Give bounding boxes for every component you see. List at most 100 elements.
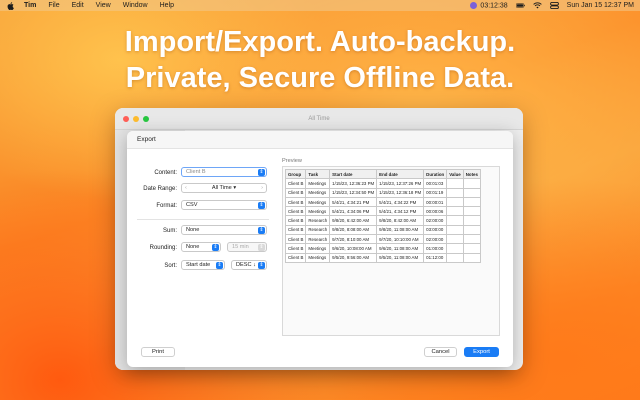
previous-range-icon[interactable]: ‹	[185, 184, 187, 192]
preview-cell: Client B	[284, 224, 307, 236]
preview-column-header: Start date	[329, 168, 378, 180]
preview-row: Client B Meetings 1/15/23, 12:36:23 PM 1/15…	[284, 178, 481, 189]
preview-row: Client B Meetings 9/6/20, 10:08:00 AM 9/6/2…	[284, 243, 481, 254]
preview-cell: Client B	[284, 196, 307, 208]
control-center-icon[interactable]	[549, 2, 559, 9]
rounding-minutes-stepper[interactable]: 15 min ⇕	[227, 242, 267, 252]
preview-cell: 00:00:01	[423, 196, 448, 208]
chevron-updown-icon: ⇕	[258, 262, 265, 269]
sum-label: Sum:	[162, 228, 177, 234]
apple-icon[interactable]	[6, 1, 14, 10]
preview-cell: Client B	[284, 215, 307, 226]
chevron-updown-icon: ⇕	[212, 244, 219, 251]
sort-label: Sort:	[164, 263, 177, 269]
preview-cell: 1/15/23, 12:37:26 PM	[376, 178, 425, 189]
sort-order-value: DESC	[236, 262, 252, 268]
preview-cell: 9/8/20, 8:42:00 AM	[376, 215, 425, 226]
menubar-clock[interactable]: Sun Jan 15 12:37 PM	[567, 2, 634, 9]
format-select[interactable]: CSV ⇕	[181, 200, 267, 210]
menu-file[interactable]: File	[48, 2, 59, 9]
close-window-icon[interactable]	[123, 115, 129, 122]
preview-cell: Meetings	[305, 187, 331, 198]
next-range-icon[interactable]: ›	[261, 184, 263, 192]
preview-cell: 5/4/21, 4:34:12 PM	[376, 206, 425, 217]
preview-row: Client B Research 9/7/20, 8:10:00 AM 9/7/20…	[284, 234, 481, 245]
menu-bar: Tim File Edit View Window Help 03:12:38 …	[0, 0, 640, 11]
arrow-down-icon: ↓	[251, 262, 256, 268]
preview-row: Client B Meetings 9/5/20, 9:56:00 AM 9/5/20…	[284, 252, 481, 263]
preview-cell: 9/8/20, 11:08:00 AM	[376, 224, 425, 236]
app-toolbar: All Time	[115, 108, 523, 130]
cancel-button[interactable]: Cancel	[424, 347, 457, 357]
date-range-select[interactable]: ‹ All Time ▾ ›	[181, 183, 267, 193]
preview-cell: 1/15/23, 12:34:50 PM	[329, 187, 378, 198]
sum-value: None	[186, 227, 200, 233]
preview-row: Client B Research 9/8/20, 6:42:00 AM 9/8/20…	[284, 215, 481, 226]
export-button[interactable]: Export	[464, 347, 499, 357]
content-field[interactable]: Client B ⇕	[181, 167, 267, 177]
preview-cell	[462, 224, 481, 236]
preview-header-row: Group Task Start date End date Duration Value…	[284, 168, 481, 180]
minimize-window-icon[interactable]	[133, 115, 139, 122]
preview-cell	[462, 215, 481, 226]
headline-line-2: Private, Secure Offline Data.	[125, 62, 515, 94]
preview-cell: Meetings	[305, 206, 331, 217]
menu-view[interactable]: View	[96, 2, 111, 9]
marketing-headline: Import/Export. Auto-backup. Private, Sec…	[0, 24, 640, 96]
preview-cell	[462, 187, 481, 198]
rounding-select[interactable]: None ⇕	[181, 242, 221, 252]
wifi-icon[interactable]	[532, 2, 542, 9]
preview-cell: Client B	[284, 243, 307, 254]
battery-icon[interactable]	[515, 2, 525, 9]
preview-cell: 9/8/20, 6:42:00 AM	[329, 215, 378, 226]
chevron-down-icon: ▾	[231, 185, 237, 191]
timer-dot-icon	[470, 1, 478, 9]
preview-cell: 9/7/20, 10:10:00 AM	[376, 234, 425, 245]
preview-cell	[462, 252, 481, 263]
preview-cell	[462, 234, 481, 245]
preview-cell: 01:00:00	[423, 243, 448, 254]
rounding-value: None	[186, 244, 200, 250]
menu-edit[interactable]: Edit	[72, 2, 84, 9]
preview-cell: Research	[305, 234, 331, 245]
timer-status[interactable]: 03:12:38	[470, 1, 508, 9]
chevron-updown-icon: ⇕	[258, 169, 265, 176]
preview-cell	[446, 252, 464, 263]
sum-select[interactable]: None ⇕	[181, 225, 267, 235]
format-label: Format:	[156, 203, 177, 209]
date-range-label: Date Range:	[143, 186, 177, 192]
menu-help[interactable]: Help	[160, 2, 174, 9]
preview-cell: 1/15/23, 12:36:23 PM	[329, 178, 378, 189]
preview-cell: Meetings	[305, 196, 331, 208]
menu-window[interactable]: Window	[123, 2, 148, 9]
preview-cell	[446, 178, 464, 189]
preview-cell: Research	[305, 215, 331, 226]
stepper-icon: ⇕	[258, 244, 265, 251]
preview-cell: 00:01:03	[423, 178, 448, 189]
preview-cell: 00:01:19	[423, 187, 448, 198]
preview-cell: 5/4/21, 4:34:21 PM	[329, 196, 378, 208]
menu-app-name[interactable]: Tim	[24, 2, 36, 9]
preview-body: Client B Meetings 1/15/23, 12:36:23 PM 1/15…	[284, 178, 481, 263]
rounding-minutes-value: 15 min	[232, 244, 249, 250]
preview-column-header: Group	[284, 168, 307, 180]
sort-order-select[interactable]: DESC ↓ ⇕	[231, 260, 267, 270]
preview-column-header: Duration	[423, 168, 448, 180]
preview-cell: 01:12:00	[423, 252, 448, 263]
print-button[interactable]: Print	[141, 347, 175, 357]
sort-field-select[interactable]: Start date ⇕	[181, 260, 225, 270]
preview-cell	[462, 178, 481, 189]
preview-cell: 9/7/20, 8:10:00 AM	[329, 234, 378, 245]
preview-cell	[446, 206, 464, 217]
content-value: Client B	[186, 169, 206, 175]
preview-cell: 03:00:00	[423, 224, 448, 236]
export-sheet: Export Content: Client B ⇕ Date Range: ‹…	[127, 131, 513, 367]
preview-cell	[446, 234, 464, 245]
zoom-window-icon[interactable]	[143, 115, 149, 122]
preview-cell: 1/15/23, 12:36:18 PM	[376, 187, 425, 198]
sheet-title: Export	[127, 131, 513, 149]
preview-column-header: Value	[446, 168, 464, 180]
preview-row: Client B Meetings 5/4/21, 4:34:06 PM 5/4/21…	[284, 206, 481, 217]
preview-cell: Client B	[284, 206, 307, 217]
preview-cell: 5/4/21, 4:34:22 PM	[376, 196, 425, 208]
